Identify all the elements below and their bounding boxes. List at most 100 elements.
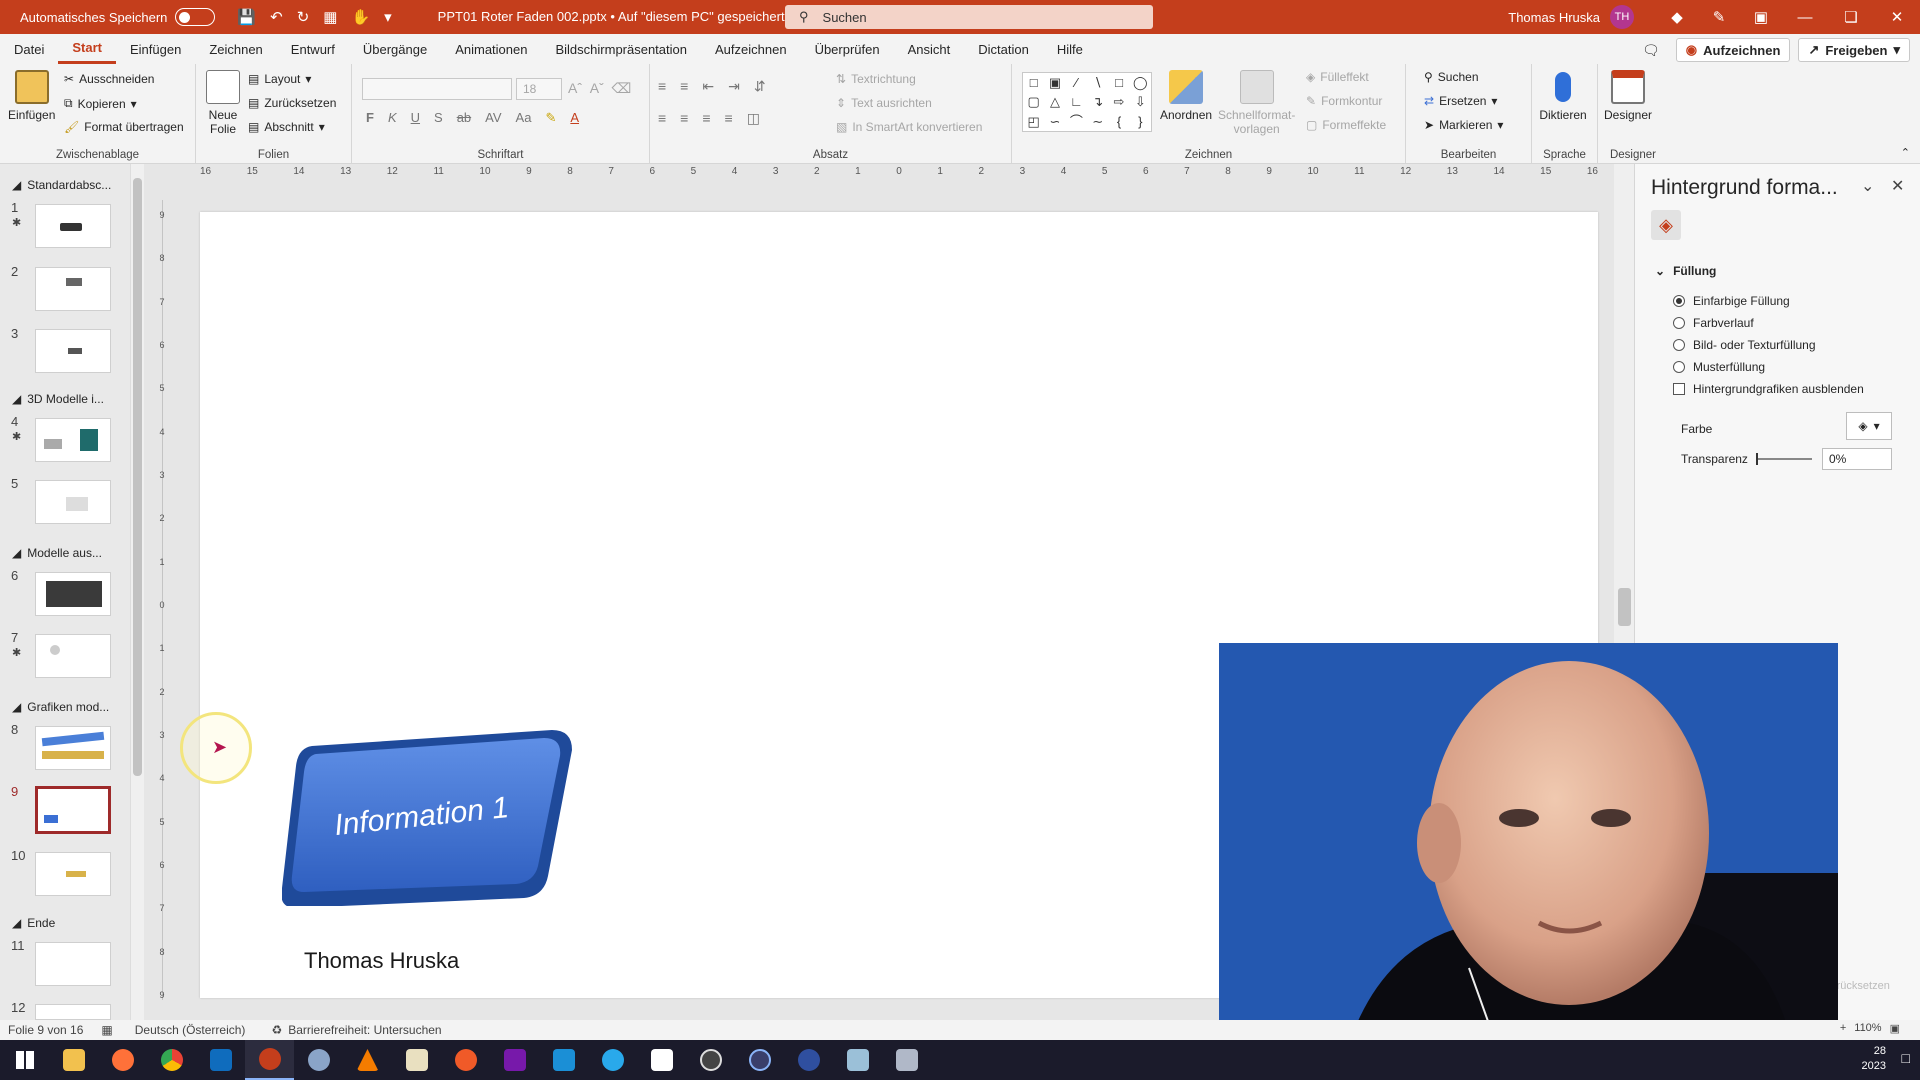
close-icon[interactable]: ✕ — [1891, 176, 1904, 196]
italic-button[interactable]: K — [388, 110, 397, 126]
effects-button[interactable]: ▢ Formeffekte — [1306, 118, 1386, 132]
outlook-icon[interactable] — [196, 1040, 245, 1080]
color-picker-button[interactable]: ◈ ▾ — [1846, 412, 1892, 440]
shape-line2-icon[interactable]: ∖ — [1087, 73, 1108, 92]
slide-info[interactable]: Folie 9 von 16 — [8, 1023, 83, 1037]
app-icon[interactable] — [539, 1040, 588, 1080]
telegram-icon[interactable] — [588, 1040, 637, 1080]
columns-icon[interactable]: ◫ — [747, 110, 760, 127]
quick-styles-button[interactable]: Schnellformat- vorlagen — [1218, 70, 1295, 136]
tab-ueberpruefen[interactable]: Überprüfen — [801, 34, 894, 64]
tab-animationen[interactable]: Animationen — [441, 34, 541, 64]
tab-zeichnen[interactable]: Zeichnen — [195, 34, 276, 64]
close-icon[interactable]: ✕ — [1874, 8, 1920, 26]
contour-button[interactable]: ✎ Formkontur — [1306, 94, 1382, 108]
thumbnail-scroll-thumb[interactable] — [133, 178, 142, 776]
shape-arc-icon[interactable]: ⌒ — [1066, 112, 1087, 131]
firefox-icon[interactable] — [98, 1040, 147, 1080]
option-solid-fill[interactable]: Einfarbige Füllung — [1673, 294, 1790, 308]
fill-button[interactable]: ◈ Fülleffekt — [1306, 70, 1369, 84]
strike-button[interactable]: ab — [457, 110, 471, 126]
indent-increase-icon[interactable]: ⇥ — [728, 78, 740, 95]
tab-uebergaenge[interactable]: Übergänge — [349, 34, 441, 64]
avatar[interactable]: TH — [1610, 5, 1634, 29]
bold-button[interactable]: F — [366, 110, 374, 126]
align-left-icon[interactable]: ≡ — [658, 110, 666, 127]
notes-icon[interactable]: ▦ — [101, 1023, 112, 1037]
app-icon[interactable] — [294, 1040, 343, 1080]
tab-dictation[interactable]: Dictation — [964, 34, 1043, 64]
radio-pattern[interactable] — [1673, 361, 1685, 373]
language[interactable]: Deutsch (Österreich) — [135, 1023, 246, 1037]
format-painter-button[interactable]: 🖌 Format übertragen — [64, 120, 184, 134]
align-text-button[interactable]: ⇕ Text ausrichten — [836, 96, 932, 110]
vlc-icon[interactable] — [343, 1040, 392, 1080]
chevron-down-icon[interactable]: ⌄ — [1861, 176, 1874, 196]
paint-bucket-icon[interactable]: ◈ — [1651, 210, 1681, 240]
slide-thumb-11[interactable] — [35, 942, 111, 986]
fill-section-header[interactable]: ⌄ Füllung — [1655, 264, 1716, 278]
slide-thumb-2[interactable] — [35, 267, 111, 311]
app-icon[interactable] — [784, 1040, 833, 1080]
font-size-dropdown[interactable]: 18 — [516, 78, 562, 100]
clock[interactable]: 28 2023 — [1862, 1044, 1886, 1074]
shape-rect-icon[interactable]: □ — [1023, 73, 1044, 92]
slide-thumb-12[interactable] — [35, 1004, 111, 1020]
ribbon-display-icon[interactable]: ▣ — [1740, 8, 1782, 26]
arrange-button[interactable]: Anordnen — [1160, 70, 1212, 122]
slide-thumb-6[interactable] — [35, 572, 111, 616]
onenote-icon[interactable] — [490, 1040, 539, 1080]
shadow-button[interactable]: S — [434, 110, 443, 126]
grow-font-icon[interactable]: Aˆ Aˇ ⌫ — [568, 80, 631, 97]
option-picture[interactable]: Bild- oder Texturfüllung — [1673, 338, 1816, 352]
case-button[interactable]: Aa — [516, 110, 532, 126]
customize-icon[interactable]: ▾ — [384, 8, 392, 26]
radio-picture[interactable] — [1673, 339, 1685, 351]
tab-hilfe[interactable]: Hilfe — [1043, 34, 1097, 64]
slide-thumb-4[interactable] — [35, 418, 111, 462]
section-header[interactable]: ◢ Modelle aus... — [12, 546, 102, 560]
underline-button[interactable]: U — [411, 110, 420, 126]
radio-gradient[interactable] — [1673, 317, 1685, 329]
transparency-slider[interactable] — [1756, 453, 1812, 465]
slide-thumb-1[interactable] — [35, 204, 111, 248]
zoom-level[interactable]: 110% — [1854, 1022, 1881, 1035]
app-icon[interactable] — [392, 1040, 441, 1080]
shape-brace-left-icon[interactable]: { — [1108, 112, 1129, 131]
search-box[interactable]: ⚲ Suchen — [785, 5, 1153, 29]
new-slide-button[interactable]: Neue Folie — [206, 70, 240, 136]
slide-thumb-9[interactable] — [35, 786, 111, 834]
find-button[interactable]: ⚲ Suchen — [1424, 70, 1479, 84]
slide-thumb-8[interactable] — [35, 726, 111, 770]
shape-text-icon[interactable]: ▣ — [1044, 73, 1065, 92]
reset-button[interactable]: ▤ Zurücksetzen — [248, 96, 336, 110]
tab-einfuegen[interactable]: Einfügen — [116, 34, 195, 64]
tab-bildschirmpraesentation[interactable]: Bildschirmpräsentation — [541, 34, 701, 64]
autosave-toggle[interactable] — [175, 8, 216, 26]
undo-icon[interactable]: ↶ — [270, 8, 283, 26]
section-header[interactable]: ◢ Ende — [12, 916, 55, 930]
numbering-icon[interactable]: ≡ — [680, 78, 688, 95]
slide-thumb-3[interactable] — [35, 329, 111, 373]
slide-thumb-10[interactable] — [35, 852, 111, 896]
presentation-icon[interactable]: ▦ — [323, 8, 337, 26]
shape-arrow-icon[interactable]: ⇨ — [1108, 92, 1129, 111]
app-icon[interactable] — [833, 1040, 882, 1080]
replace-button[interactable]: ⇄ Ersetzen ▾ — [1424, 94, 1497, 108]
indent-decrease-icon[interactable]: ⇤ — [702, 78, 714, 95]
chrome-icon[interactable] — [147, 1040, 196, 1080]
designer-button[interactable]: Designer — [1604, 70, 1652, 122]
tab-datei[interactable]: Datei — [0, 34, 58, 64]
slide-thumb-5[interactable] — [35, 480, 111, 524]
shape-oval-icon[interactable]: ◯ — [1130, 73, 1151, 92]
section-header[interactable]: ◢ Grafiken mod... — [12, 700, 109, 714]
shape-line-icon[interactable]: ∕ — [1066, 73, 1087, 92]
line-spacing-icon[interactable]: ⇵ — [754, 78, 766, 95]
information-shape[interactable]: Information 1 — [282, 726, 582, 906]
user-name[interactable]: Thomas Hruska — [1508, 10, 1600, 25]
collapse-ribbon-icon[interactable]: ⌃ — [1901, 146, 1910, 159]
tab-aufzeichnen[interactable]: Aufzeichnen — [701, 34, 801, 64]
option-hide-graphics[interactable]: Hintergrundgrafiken ausblenden — [1673, 382, 1864, 396]
radio-solid-fill[interactable] — [1673, 295, 1685, 307]
tab-ansicht[interactable]: Ansicht — [894, 34, 965, 64]
